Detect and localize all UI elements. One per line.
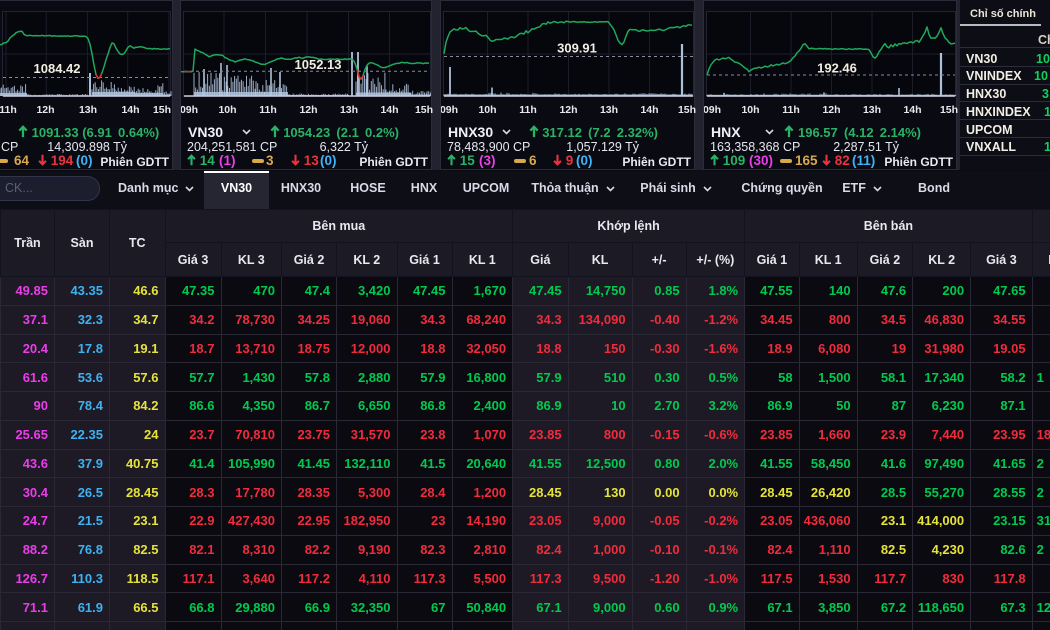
svg-text:14h: 14h: [380, 104, 398, 116]
svg-text:11h: 11h: [519, 104, 537, 116]
svg-text:1052.13: 1052.13: [295, 57, 342, 72]
svg-text:13h: 13h: [340, 104, 358, 116]
svg-text:15h: 15h: [153, 104, 171, 116]
svg-text:09h: 09h: [181, 104, 198, 116]
svg-text:11h: 11h: [0, 104, 17, 116]
svg-text:309.91: 309.91: [557, 41, 597, 56]
svg-text:15h: 15h: [678, 104, 696, 116]
svg-text:15h: 15h: [940, 104, 958, 116]
svg-text:12h: 12h: [559, 104, 577, 116]
svg-text:14h: 14h: [640, 104, 658, 116]
svg-text:14h: 14h: [121, 104, 139, 116]
svg-text:1084.42: 1084.42: [34, 61, 81, 76]
svg-text:12h: 12h: [822, 104, 840, 116]
svg-text:11h: 11h: [782, 104, 800, 116]
svg-text:09h: 09h: [441, 104, 458, 116]
svg-text:10h: 10h: [218, 104, 236, 116]
svg-text:10h: 10h: [478, 104, 496, 116]
svg-text:11h: 11h: [259, 104, 277, 116]
svg-text:13h: 13h: [600, 104, 618, 116]
svg-text:12h: 12h: [299, 104, 317, 116]
svg-text:12h: 12h: [36, 104, 54, 116]
svg-text:13h: 13h: [863, 104, 881, 116]
svg-text:14h: 14h: [903, 104, 921, 116]
svg-text:13h: 13h: [79, 104, 97, 116]
svg-text:15h: 15h: [415, 104, 433, 116]
svg-text:192.46: 192.46: [817, 61, 857, 76]
svg-text:09h: 09h: [704, 104, 721, 116]
svg-text:10h: 10h: [741, 104, 759, 116]
